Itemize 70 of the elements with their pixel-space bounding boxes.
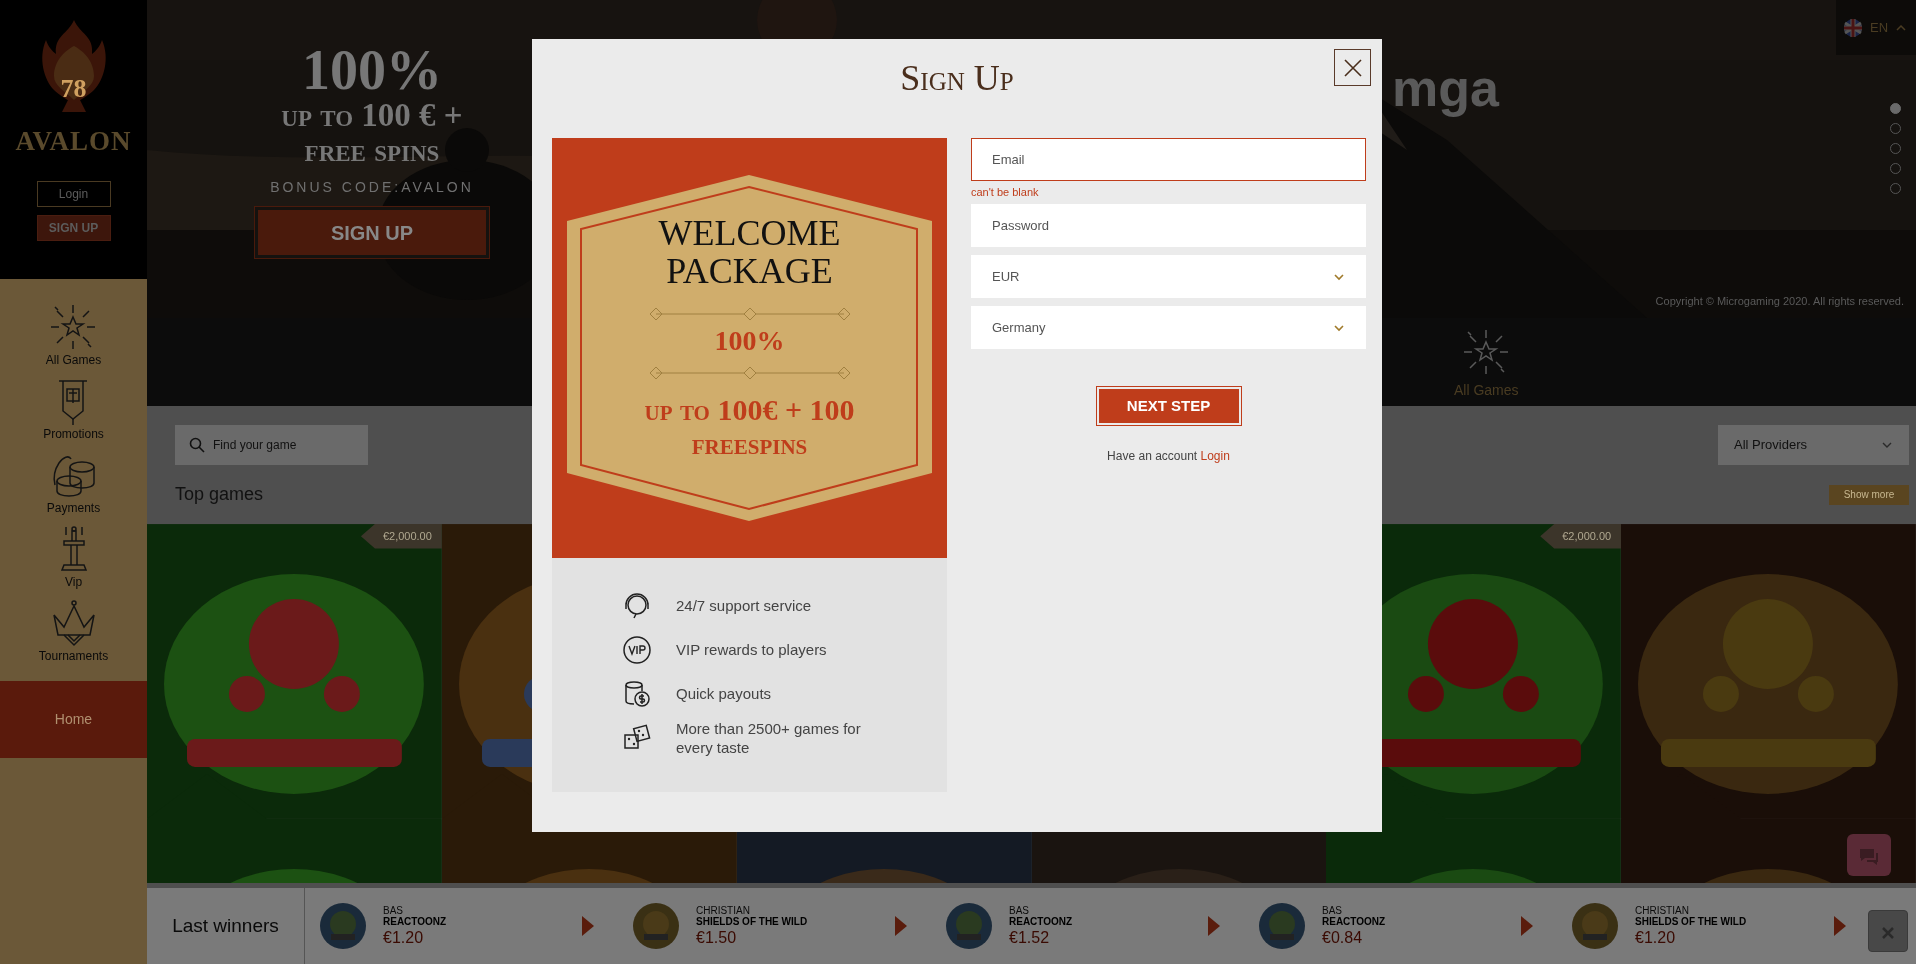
sign-up-button[interactable]: SIGN UP — [36, 215, 111, 241]
close-icon — [1343, 58, 1362, 77]
fireworks-icon — [1462, 328, 1511, 376]
caret-icon — [1896, 24, 1907, 31]
copyright-text: Copyright © Microgaming 2020. All rights reserved. — [1655, 293, 1904, 309]
logo-number: 78 — [59, 74, 88, 104]
win-amount: €1.20 — [1635, 927, 1677, 948]
game-name: SHIELDS OF THE WILD — [1635, 915, 1748, 928]
login-button[interactable]: Login — [36, 181, 111, 207]
chat-button[interactable] — [1847, 834, 1891, 876]
promo-percent: 100% — [713, 324, 786, 357]
win-amount: €1.50 — [696, 927, 738, 948]
play-arrow-icon — [1521, 916, 1533, 936]
game-name: SHIELDS OF THE WILD — [696, 915, 809, 928]
next-step-button[interactable]: NEXT STEP — [1098, 389, 1239, 423]
banner-text: mga — [1392, 58, 1499, 119]
promo-offer: up to 100€ + 100 freespins — [643, 392, 856, 462]
close-button[interactable] — [1334, 49, 1371, 86]
login-link[interactable]: Login — [1200, 449, 1230, 463]
language-code: EN — [1870, 18, 1889, 37]
dialog-title: Sign Up — [899, 57, 1015, 100]
game-name: REACTOONZ — [1009, 915, 1074, 928]
play-arrow-icon — [582, 916, 594, 936]
chevron-down-icon — [1333, 272, 1345, 281]
chat-icon — [1858, 846, 1880, 865]
play-arrow-icon — [1834, 916, 1846, 936]
password-field[interactable]: Password — [971, 204, 1366, 247]
chevron-down-icon — [1881, 441, 1893, 449]
select-field[interactable]: Germany — [971, 306, 1366, 349]
provider-dropdown[interactable]: All Providers — [1718, 425, 1909, 465]
category-link[interactable]: All Games — [1454, 380, 1519, 401]
play-arrow-icon — [1208, 916, 1220, 936]
nav-link[interactable]: Tournaments — [38, 647, 109, 665]
banner-offer: up to 100 € + — [280, 98, 464, 133]
win-amount: €0.84 — [1322, 927, 1364, 948]
show-more-button[interactable]: Show more — [1829, 484, 1909, 505]
search-icon — [189, 437, 205, 453]
winner-name: BAS — [383, 904, 404, 916]
fireworks-icon — [49, 303, 98, 351]
select-field[interactable]: EUR — [971, 255, 1366, 298]
bonus-code: BONUS CODE:AVALON — [269, 178, 475, 198]
email-field[interactable]: Email — [971, 138, 1366, 181]
nav-link[interactable]: All Games — [45, 351, 102, 369]
winner-name: CHRISTIAN — [1635, 904, 1690, 916]
promo-heading: WELCOME PACKAGE — [657, 215, 842, 291]
win-amount: €1.20 — [383, 927, 425, 948]
logo-wordmark: AVALON — [15, 126, 132, 157]
section-title: Last winners — [147, 888, 305, 964]
section-title: Top games — [175, 483, 264, 506]
play-arrow-icon — [895, 916, 907, 936]
error-message: can't be blank — [971, 187, 1040, 198]
close-icon — [1881, 925, 1895, 940]
winner-name: CHRISTIAN — [696, 904, 751, 916]
flag-icon — [1844, 18, 1862, 37]
language-selector[interactable]: EN — [1836, 0, 1916, 55]
game-name: REACTOONZ — [383, 915, 448, 928]
slide-dot[interactable] — [1890, 103, 1901, 114]
winner-name: BAS — [1322, 904, 1343, 916]
nav-link[interactable]: Promotions — [43, 425, 104, 443]
winner-name: BAS — [1009, 904, 1030, 916]
win-amount: €1.52 — [1009, 927, 1051, 948]
game-name: REACTOONZ — [1322, 915, 1387, 928]
banner-offer: free spins — [303, 132, 441, 168]
account-prompt: Have an account Login — [1106, 448, 1231, 465]
nav-link[interactable]: Vip — [64, 573, 83, 591]
nav-link[interactable]: Payments — [46, 499, 101, 517]
banner-headline: 100% — [301, 42, 443, 98]
chevron-down-icon — [1333, 323, 1345, 332]
nav-link[interactable]: Home — [0, 681, 147, 758]
search-field[interactable]: Find your game — [175, 425, 368, 465]
